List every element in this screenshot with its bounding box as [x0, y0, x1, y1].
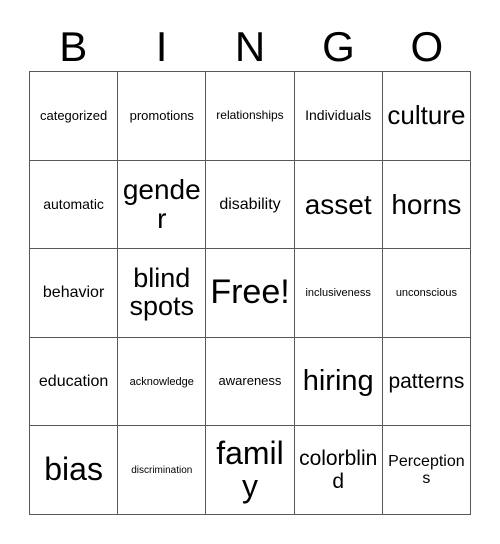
bingo-cell[interactable]: gender — [118, 160, 207, 250]
bingo-cell[interactable]: awareness — [206, 337, 295, 427]
bingo-header-letter-n: N — [234, 23, 266, 70]
bingo-cell[interactable]: asset — [294, 160, 383, 250]
bingo-cell[interactable]: colorblind — [294, 426, 383, 515]
bingo-cell-label: acknowledge — [129, 375, 194, 388]
bingo-cell-label: awareness — [218, 373, 282, 389]
bingo-cell-label: colorblind — [299, 447, 378, 494]
bingo-cell[interactable]: horns — [382, 160, 471, 250]
bingo-cell-label: hiring — [302, 365, 374, 398]
bingo-cell-label: Perceptions — [388, 452, 465, 488]
bingo-cell-label: education — [38, 372, 109, 390]
bingo-header-row: B I N G O — [29, 20, 471, 68]
bingo-cell[interactable]: behavior — [30, 249, 119, 338]
bingo-cell-label: unconscious — [395, 286, 457, 299]
bingo-cell[interactable]: blind spots — [118, 249, 207, 338]
bingo-grid: categorized promotions relationships Ind… — [29, 71, 471, 515]
bingo-cell-label: patterns — [388, 370, 465, 394]
bingo-header-letter-i: I — [155, 23, 168, 70]
bingo-card: B I N G O categorized promotions relatio… — [0, 0, 500, 544]
bingo-cell[interactable]: education — [30, 337, 119, 427]
bingo-cell-label: promotions — [129, 107, 194, 123]
bingo-cell[interactable]: categorized — [30, 72, 119, 161]
bingo-cell[interactable]: Perceptions — [382, 426, 471, 515]
bingo-cell-label: Free! — [210, 273, 290, 312]
bingo-cell[interactable]: unconscious — [382, 249, 471, 338]
bingo-header-letter-g: G — [322, 23, 355, 70]
bingo-cell[interactable]: disability — [206, 160, 295, 250]
bingo-cell-label: categorized — [39, 107, 108, 123]
bingo-cell-label: bias — [44, 451, 103, 488]
bingo-cell-free-space[interactable]: Free! — [206, 249, 295, 338]
bingo-cell-label: automatic — [43, 195, 104, 212]
bingo-header-letter-o: O — [410, 23, 444, 70]
bingo-cell-label: inclusiveness — [305, 286, 371, 299]
bingo-cell[interactable]: acknowledge — [118, 337, 207, 427]
bingo-cell[interactable]: relationships — [206, 72, 295, 161]
bingo-cell-label: asset — [304, 188, 372, 220]
bingo-cell-label: culture — [387, 100, 466, 131]
bingo-cell[interactable]: bias — [30, 426, 119, 515]
bingo-cell[interactable]: automatic — [30, 160, 119, 250]
bingo-cell-label: disability — [219, 195, 281, 213]
bingo-cell[interactable]: family — [206, 426, 295, 515]
bingo-cell-label: relationships — [216, 108, 284, 123]
bingo-cell-label: family — [216, 434, 284, 505]
bingo-cell-label: discrimination — [131, 464, 193, 476]
bingo-cell[interactable]: Individuals — [294, 72, 383, 161]
bingo-cell[interactable]: discrimination — [118, 426, 207, 515]
bingo-header-letter-b: B — [59, 23, 88, 70]
bingo-cell-label: Individuals — [305, 107, 372, 124]
bingo-cell[interactable]: patterns — [382, 337, 471, 427]
bingo-cell[interactable]: inclusiveness — [294, 249, 383, 338]
bingo-cell[interactable]: hiring — [294, 337, 383, 427]
bingo-cell-label: behavior — [42, 284, 105, 302]
bingo-cell-label: blind spots — [129, 263, 195, 321]
bingo-cell[interactable]: culture — [382, 72, 471, 161]
bingo-cell-label: horns — [391, 188, 462, 220]
bingo-cell[interactable]: promotions — [118, 72, 207, 161]
bingo-cell-label: gender — [122, 174, 201, 235]
